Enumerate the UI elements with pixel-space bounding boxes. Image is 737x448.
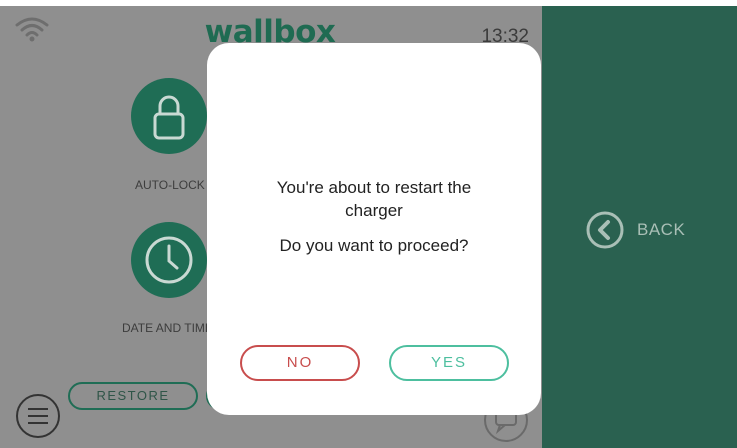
dialog-question: Do you want to proceed? [279, 236, 469, 255]
lock-icon [153, 95, 185, 140]
date-time-button[interactable] [131, 222, 207, 298]
back-label: BACK [637, 220, 686, 239]
restart-confirm-dialog: You're about to restart the charger Do y… [207, 43, 541, 415]
tile-label-auto-lock: AUTO-LOCK [135, 178, 205, 192]
chevron-left-circle-icon [586, 211, 624, 249]
yes-button[interactable]: YES [389, 345, 509, 381]
menu-button[interactable] [16, 394, 60, 438]
no-button[interactable]: NO [240, 345, 360, 381]
dialog-message: You're about to restart the charger [207, 176, 541, 222]
auto-lock-button[interactable] [131, 78, 207, 154]
clock-icon [145, 236, 193, 284]
menu-icon [28, 408, 48, 424]
dialog-message-text: You're about to restart the charger [276, 178, 472, 220]
tile-label-date-time: DATE AND TIME [122, 321, 213, 335]
charger-screen: wallbox 13:32 AUTO-LOCK DATE AND TIME RE… [0, 0, 737, 448]
back-button[interactable]: BACK [585, 210, 685, 250]
restore-button[interactable]: RESTORE [68, 382, 198, 410]
